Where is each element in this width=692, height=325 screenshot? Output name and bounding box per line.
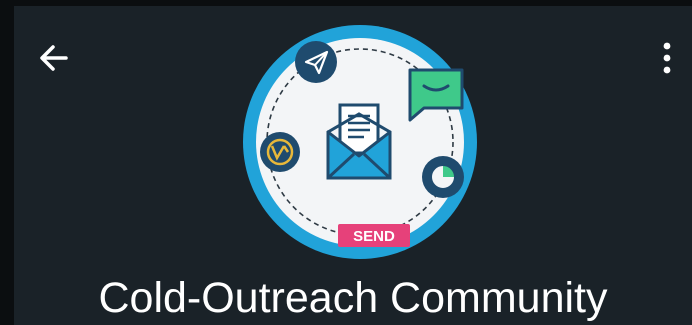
globe-icon: [260, 132, 300, 172]
arrow-left-icon: [40, 45, 68, 71]
device-frame: SEND Cold-Outreach Community: [0, 0, 692, 325]
send-badge-label: SEND: [353, 228, 395, 245]
more-options-button[interactable]: [652, 36, 682, 80]
paper-plane-icon: [295, 41, 337, 83]
more-vertical-icon: [663, 42, 671, 74]
back-button[interactable]: [34, 38, 74, 78]
group-avatar[interactable]: SEND: [240, 22, 480, 262]
group-info-screen: SEND Cold-Outreach Community: [14, 6, 692, 325]
group-name: Cold-Outreach Community: [98, 274, 608, 322]
pie-chart-icon: [422, 156, 464, 198]
send-badge: SEND: [338, 224, 410, 247]
